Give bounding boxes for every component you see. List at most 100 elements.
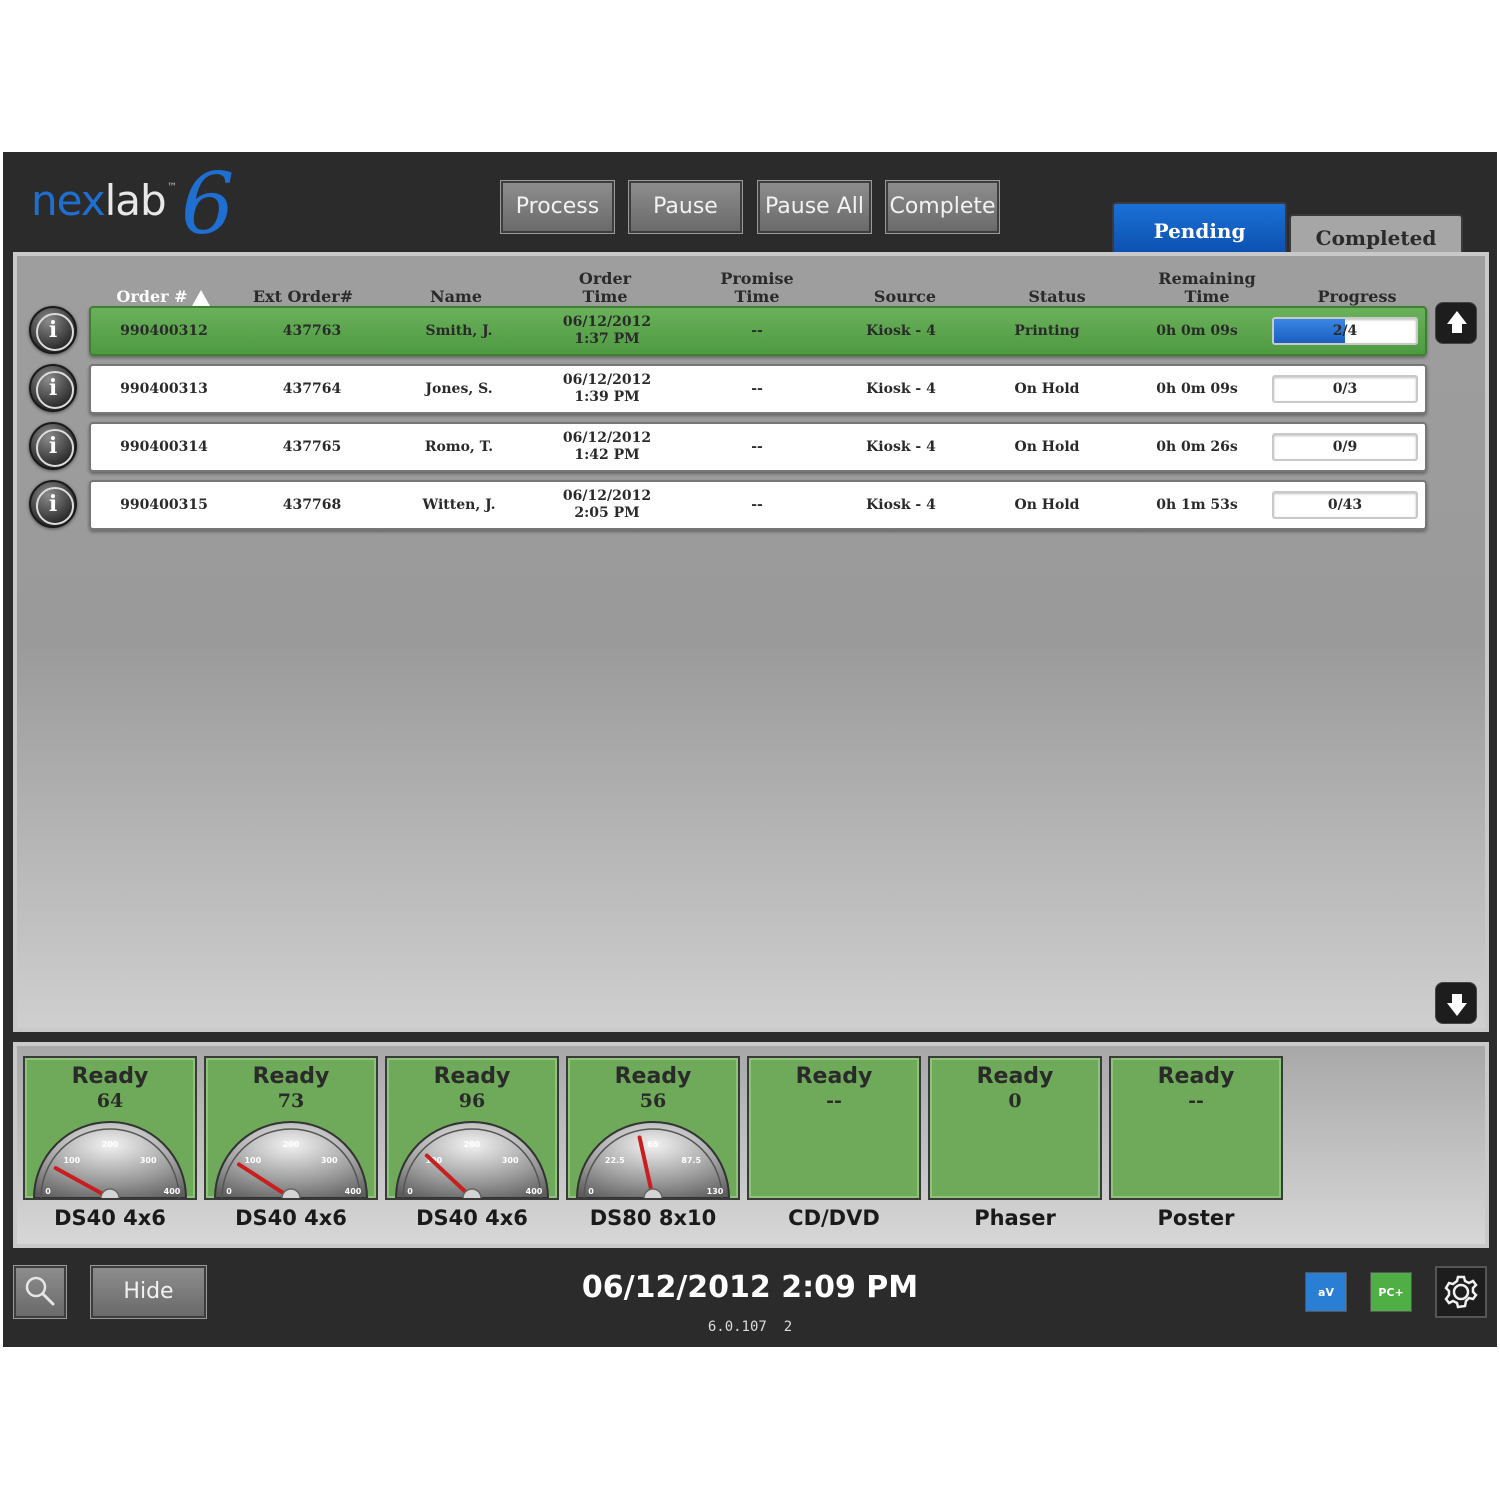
printer-gauge: 0100200300400 xyxy=(33,1121,187,1198)
search-button[interactable] xyxy=(13,1265,67,1319)
pc-status-badge[interactable]: PC+ xyxy=(1370,1272,1412,1312)
cell-ext-order: 437764 xyxy=(282,380,342,397)
order-info-button[interactable]: i xyxy=(29,422,77,470)
order-info-button[interactable]: i xyxy=(29,480,77,528)
logo-text-nex: nex xyxy=(31,176,106,225)
table-row[interactable]: 990400313 437764 Jones, S. 06/12/2012 1:… xyxy=(89,364,1427,414)
cell-name: Smith, J. xyxy=(425,322,493,339)
printer-count: 96 xyxy=(458,1090,486,1112)
printer-tile[interactable]: Ready 0 Phaser xyxy=(928,1056,1102,1240)
printer-count: 56 xyxy=(639,1090,667,1112)
gauge-tick-label: 0 xyxy=(588,1187,594,1196)
printer-name: DS40 4x6 xyxy=(235,1206,347,1230)
order-date: 06/12/2012 xyxy=(562,314,652,330)
cell-ext-order: 437768 xyxy=(282,496,342,513)
pause-all-button[interactable]: Pause All xyxy=(757,180,872,234)
gauge-tick-label: 130 xyxy=(707,1187,724,1196)
printer-name: DS40 4x6 xyxy=(416,1206,528,1230)
order-info-button[interactable]: i xyxy=(29,306,77,354)
tab-pending[interactable]: Pending xyxy=(1112,202,1287,256)
scroll-down-button[interactable] xyxy=(1435,982,1477,1024)
cell-order-number: 990400312 xyxy=(120,322,208,339)
table-row[interactable]: 990400315 437768 Witten, J. 06/12/2012 2… xyxy=(89,480,1427,530)
tab-completed[interactable]: Completed xyxy=(1289,214,1463,256)
pause-button[interactable]: Pause xyxy=(628,180,743,234)
cell-name: Jones, S. xyxy=(425,380,493,397)
column-header-name[interactable]: Name xyxy=(399,266,513,306)
order-clock: 1:42 PM xyxy=(574,447,640,463)
table-row[interactable]: 990400314 437765 Romo, T. 06/12/2012 1:4… xyxy=(89,422,1427,472)
column-header-status[interactable]: Status xyxy=(997,266,1117,306)
cell-status: Printing xyxy=(1014,322,1080,339)
cell-order-number: 990400313 xyxy=(120,380,208,397)
column-header-ext-order[interactable]: Ext Order# xyxy=(241,266,365,306)
gauge-tick-label: 300 xyxy=(321,1156,338,1165)
cell-order-time: 06/12/2012 2:05 PM xyxy=(537,482,677,528)
logo-six-mark: 6 xyxy=(181,155,235,253)
printer-status-box: Ready 73 0 100 200 300 400 xyxy=(204,1056,378,1200)
arrow-down-icon xyxy=(1447,1003,1467,1016)
search-icon xyxy=(25,1276,55,1306)
progress-bar: 0/9 xyxy=(1272,433,1418,461)
printer-count: 73 xyxy=(277,1090,305,1112)
app-window: nexlab ™ 6 Process Pause Pause All Compl… xyxy=(3,152,1497,1347)
printer-status-box: Ready -- xyxy=(1109,1056,1283,1200)
cell-status: On Hold xyxy=(1014,496,1080,513)
cell-source: Kiosk - 4 xyxy=(866,322,936,339)
progress-text: 2/4 xyxy=(1332,323,1358,339)
printer-name: DS40 4x6 xyxy=(54,1206,166,1230)
table-row[interactable]: 990400312 437763 Smith, J. 06/12/2012 1:… xyxy=(89,306,1427,356)
printer-status-box: Ready 0 xyxy=(928,1056,1102,1200)
cell-promise-time: -- xyxy=(751,380,763,397)
cell-remaining-time: 0h 0m 09s xyxy=(1156,380,1238,397)
version-text: 6.0.107 2 xyxy=(707,1319,793,1335)
cell-status: On Hold xyxy=(1014,438,1080,455)
printer-count: -- xyxy=(826,1090,842,1112)
progress-bar: 0/3 xyxy=(1272,375,1418,403)
cell-promise-time: -- xyxy=(751,322,763,339)
column-header-order-time[interactable]: Order Time xyxy=(545,266,665,306)
printer-status: Ready xyxy=(795,1064,873,1089)
gauge-tick-label: 300 xyxy=(502,1156,519,1165)
process-button[interactable]: Process xyxy=(500,180,615,234)
cell-order-time: 06/12/2012 1:39 PM xyxy=(537,366,677,412)
nexlab-logo: nexlab ™ 6 xyxy=(31,162,234,252)
scroll-up-button[interactable] xyxy=(1435,302,1477,344)
logo-text-lab: lab xyxy=(104,176,167,225)
progress-bar: 2/4 xyxy=(1272,317,1418,345)
gauge-hub xyxy=(462,1188,482,1198)
gauge-tick-label: 87.5 xyxy=(681,1156,701,1165)
gauge-hub xyxy=(100,1188,120,1198)
cell-promise-time: -- xyxy=(751,438,763,455)
settings-button[interactable] xyxy=(1435,1266,1487,1318)
complete-button[interactable]: Complete xyxy=(885,180,1000,234)
printer-gauge: 0 22.5 65 87.5 130 xyxy=(576,1121,730,1198)
printer-gauge: 0100200300400 xyxy=(395,1121,549,1198)
column-header-remaining-time[interactable]: Remaining Time xyxy=(1127,266,1287,306)
column-header-source[interactable]: Source xyxy=(845,266,965,306)
gauge-tick-label: 100 xyxy=(63,1156,80,1165)
gauge-tick-label: 300 xyxy=(140,1156,157,1165)
printer-status: Ready xyxy=(433,1064,511,1089)
printer-tile[interactable]: Ready -- Poster xyxy=(1109,1056,1283,1240)
column-header-promise-time[interactable]: Promise Time xyxy=(692,266,822,306)
hide-button[interactable]: Hide xyxy=(90,1265,207,1319)
info-icon: i xyxy=(48,317,58,343)
cell-order-number: 990400315 xyxy=(120,496,208,513)
column-header-order-number[interactable]: Order # xyxy=(103,266,223,306)
progress-text: 0/43 xyxy=(1327,497,1363,513)
printer-status: Ready xyxy=(614,1064,692,1089)
gauge-tick-label: 200 xyxy=(464,1140,481,1149)
order-info-button[interactable]: i xyxy=(29,364,77,412)
printer-tile[interactable]: Ready -- CD/DVD xyxy=(747,1056,921,1240)
column-header-progress[interactable]: Progress xyxy=(1297,266,1417,306)
av-status-badge[interactable]: aV xyxy=(1305,1272,1347,1312)
printer-tile[interactable]: Ready 56 0 22.5 65 87.5 130 DS80 8x10 xyxy=(566,1056,740,1240)
progress-text: 0/9 xyxy=(1332,439,1358,455)
printer-tile[interactable]: Ready 96 0100200300400 DS40 4x6 xyxy=(385,1056,559,1240)
gauge-tick-label: 0 xyxy=(407,1187,413,1196)
printer-tile[interactable]: Ready 73 0 100 200 300 400 DS40 4x6 xyxy=(204,1056,378,1240)
gauge-tick-label: 400 xyxy=(345,1187,362,1196)
cell-name: Romo, T. xyxy=(424,438,494,455)
printer-tile[interactable]: Ready 64 0 100 200 300 400 DS40 4x6 xyxy=(23,1056,197,1240)
